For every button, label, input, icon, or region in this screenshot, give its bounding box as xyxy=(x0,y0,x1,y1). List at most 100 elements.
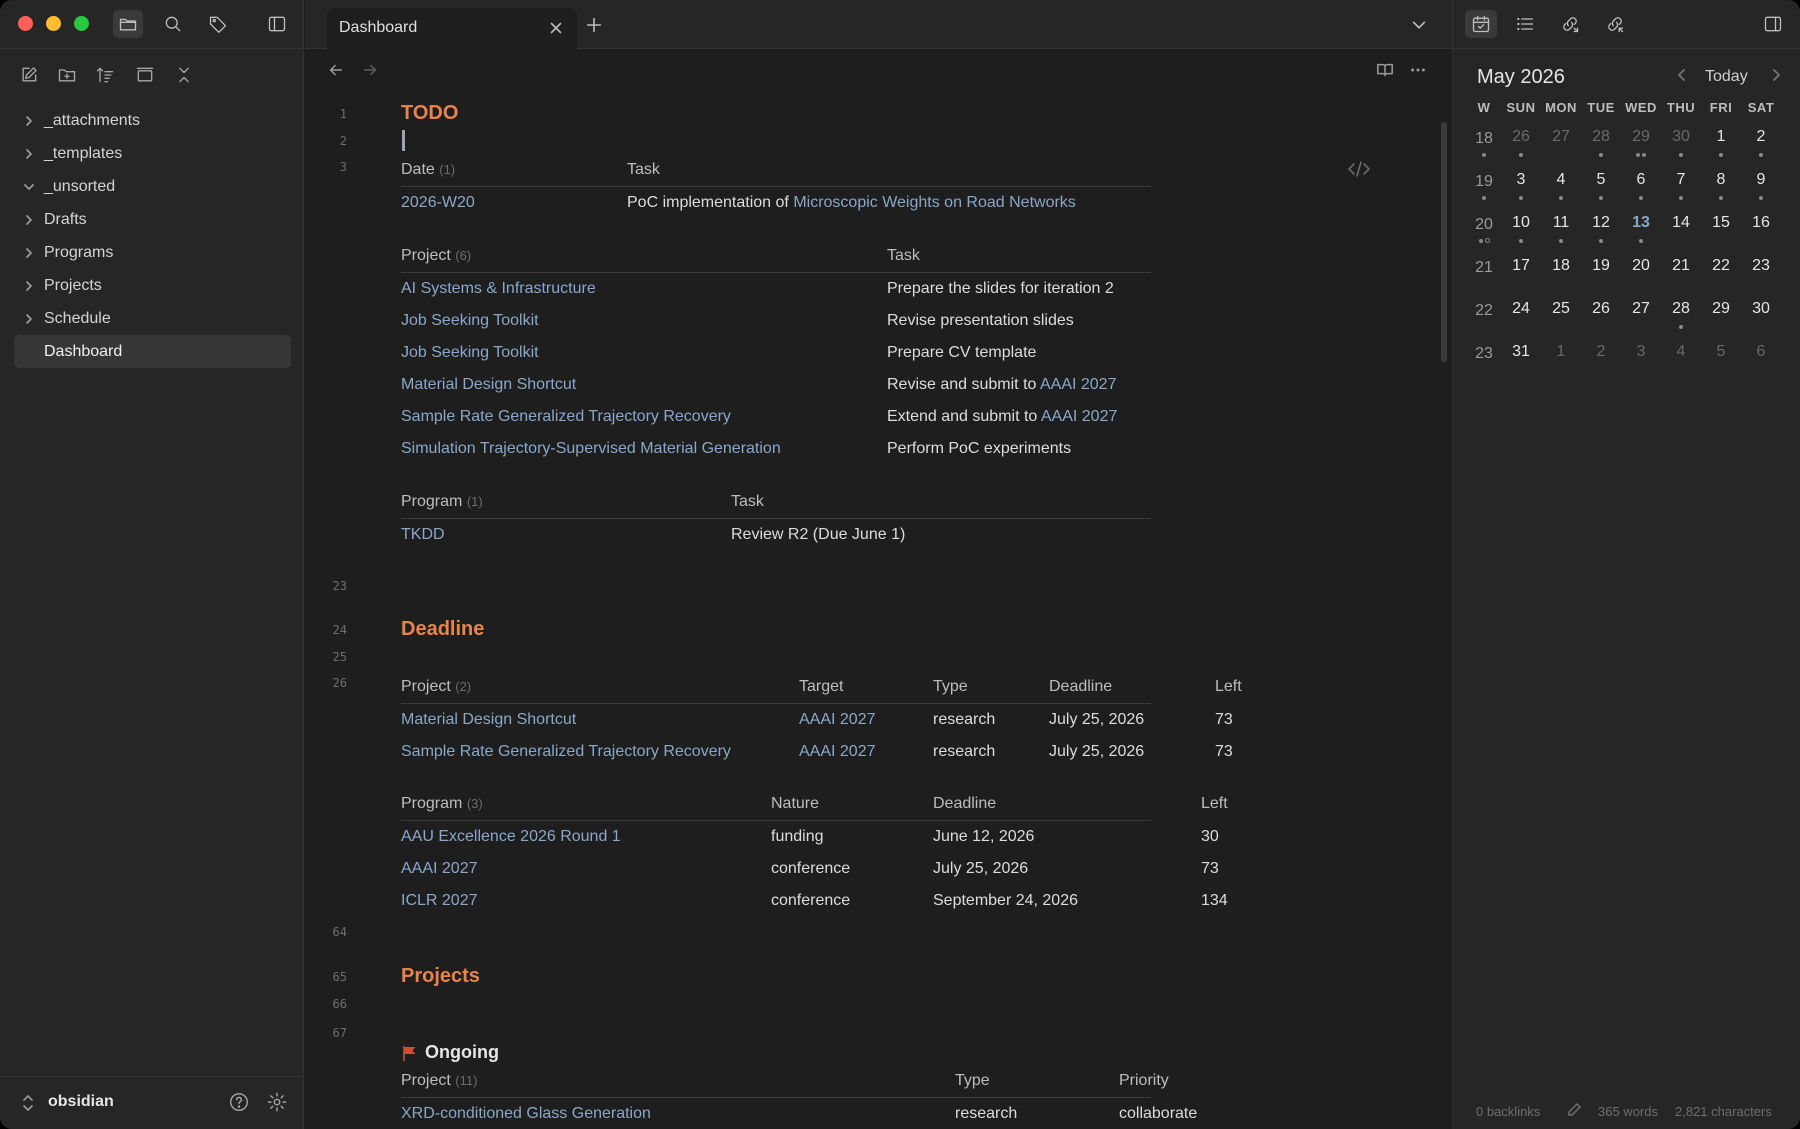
calendar-day[interactable]: 10 xyxy=(1501,208,1541,251)
task-link[interactable]: AAAI 2027 xyxy=(1041,408,1118,425)
program-link[interactable]: ICLR 2027 xyxy=(401,892,478,910)
task-link[interactable]: Microscopic Weights on Road Networks xyxy=(793,194,1075,211)
calendar-day[interactable]: 5 xyxy=(1581,165,1621,208)
vault-name[interactable]: obsidian xyxy=(48,1093,114,1111)
calendar-day[interactable]: 4 xyxy=(1661,337,1701,380)
next-month-button[interactable] xyxy=(1769,68,1787,86)
calendar-day[interactable]: 29 xyxy=(1701,294,1741,337)
calendar-day[interactable]: 9 xyxy=(1741,165,1781,208)
week-number[interactable]: 18 xyxy=(1467,122,1501,165)
calendar-day[interactable]: 12 xyxy=(1581,208,1621,251)
calendar-day[interactable]: 19 xyxy=(1581,251,1621,294)
program-link[interactable]: AAAI 2027 xyxy=(401,860,478,878)
project-link[interactable]: AI Systems & Infrastructure xyxy=(401,280,596,298)
task-link[interactable]: AAAI 2027 xyxy=(1040,376,1117,393)
outgoing-links-view-button[interactable] xyxy=(1599,10,1631,38)
edit-mode-indicator[interactable] xyxy=(1566,1102,1584,1120)
calendar-day[interactable]: 25 xyxy=(1541,294,1581,337)
tree-item-unsorted[interactable]: _unsorted xyxy=(14,170,291,203)
tree-item-schedule[interactable]: Schedule xyxy=(14,302,291,335)
project-link[interactable]: Job Seeking Toolkit xyxy=(401,312,539,330)
close-window-button[interactable] xyxy=(18,16,33,31)
project-link[interactable]: Simulation Trajectory-Supervised Materia… xyxy=(401,440,781,458)
week-number[interactable]: 23 xyxy=(1467,337,1501,380)
program-link[interactable]: TKDD xyxy=(401,526,445,544)
calendar-day[interactable]: 7 xyxy=(1661,165,1701,208)
program-link[interactable]: AAU Excellence 2026 Round 1 xyxy=(401,828,621,846)
target-link[interactable]: AAAI 2027 xyxy=(799,743,876,761)
toggle-left-sidebar-button[interactable] xyxy=(262,10,292,38)
auto-reveal-button[interactable] xyxy=(132,62,158,88)
help-button[interactable] xyxy=(228,1091,252,1115)
project-link[interactable]: Job Seeking Toolkit xyxy=(401,344,539,362)
calendar-day[interactable]: 15 xyxy=(1701,208,1741,251)
calendar-day[interactable]: 2 xyxy=(1741,122,1781,165)
edit-block-button[interactable] xyxy=(1347,160,1373,180)
calendar-day[interactable]: 6 xyxy=(1621,165,1661,208)
today-button[interactable]: Today xyxy=(1705,68,1748,86)
calendar-day[interactable]: 26 xyxy=(1581,294,1621,337)
tree-item-projects[interactable]: Projects xyxy=(14,269,291,302)
calendar-day[interactable]: 27 xyxy=(1541,122,1581,165)
project-link[interactable]: Sample Rate Generalized Trajectory Recov… xyxy=(401,743,731,761)
calendar-day[interactable]: 16 xyxy=(1741,208,1781,251)
calendar-day[interactable]: 29 xyxy=(1621,122,1661,165)
calendar-day[interactable]: 17 xyxy=(1501,251,1541,294)
back-button[interactable] xyxy=(327,61,349,83)
calendar-day[interactable]: 23 xyxy=(1741,251,1781,294)
calendar-day[interactable]: 31 xyxy=(1501,337,1541,380)
week-number[interactable]: 20 xyxy=(1467,208,1501,251)
editor-scrollbar[interactable] xyxy=(1441,122,1447,362)
tree-item-programs[interactable]: Programs xyxy=(14,236,291,269)
calendar-day[interactable]: 3 xyxy=(1621,337,1661,380)
calendar-day[interactable]: 20 xyxy=(1621,251,1661,294)
vault-switcher-button[interactable] xyxy=(20,1093,36,1113)
week-number[interactable]: 22 xyxy=(1467,294,1501,337)
tab-list-button[interactable] xyxy=(1410,16,1430,36)
calendar-day[interactable]: 11 xyxy=(1541,208,1581,251)
calendar-day[interactable]: 18 xyxy=(1541,251,1581,294)
toggle-right-sidebar-button[interactable] xyxy=(1757,10,1789,38)
project-link[interactable]: Material Design Shortcut xyxy=(401,376,576,394)
forward-button[interactable] xyxy=(361,61,383,83)
date-link[interactable]: 2026-W20 xyxy=(401,194,475,212)
backlinks-count[interactable]: 0 backlinks xyxy=(1476,1104,1540,1119)
calendar-day[interactable]: 14 xyxy=(1661,208,1701,251)
tree-item-dashboard[interactable]: Dashboard xyxy=(14,335,291,368)
calendar-day[interactable]: 26 xyxy=(1501,122,1541,165)
new-note-button[interactable] xyxy=(16,62,42,88)
tree-item-drafts[interactable]: Drafts xyxy=(14,203,291,236)
tree-item-attachments[interactable]: _attachments xyxy=(14,104,291,137)
sort-button[interactable] xyxy=(92,62,118,88)
maximize-window-button[interactable] xyxy=(74,16,89,31)
calendar-day-today[interactable]: 13 xyxy=(1621,208,1661,251)
reading-view-button[interactable] xyxy=(1376,61,1398,83)
calendar-day[interactable]: 4 xyxy=(1541,165,1581,208)
more-options-button[interactable] xyxy=(1409,61,1431,83)
new-tab-button[interactable] xyxy=(585,16,605,36)
week-number[interactable]: 21 xyxy=(1467,251,1501,294)
calendar-day[interactable]: 6 xyxy=(1741,337,1781,380)
previous-month-button[interactable] xyxy=(1675,68,1693,86)
week-number[interactable]: 19 xyxy=(1467,165,1501,208)
calendar-day[interactable]: 28 xyxy=(1661,294,1701,337)
project-link[interactable]: Material Design Shortcut xyxy=(401,711,576,729)
minimize-window-button[interactable] xyxy=(46,16,61,31)
calendar-day[interactable]: 1 xyxy=(1541,337,1581,380)
calendar-day[interactable]: 24 xyxy=(1501,294,1541,337)
collapse-all-button[interactable] xyxy=(171,62,197,88)
outline-view-button[interactable] xyxy=(1509,10,1541,38)
target-link[interactable]: AAAI 2027 xyxy=(799,711,876,729)
calendar-day[interactable]: 30 xyxy=(1661,122,1701,165)
calendar-day[interactable]: 28 xyxy=(1581,122,1621,165)
calendar-day[interactable]: 2 xyxy=(1581,337,1621,380)
search-view-button[interactable] xyxy=(158,10,188,38)
tab-dashboard[interactable]: Dashboard xyxy=(327,8,577,49)
new-folder-button[interactable] xyxy=(54,62,80,88)
calendar-day[interactable]: 1 xyxy=(1701,122,1741,165)
calendar-day[interactable]: 27 xyxy=(1621,294,1661,337)
calendar-day[interactable]: 3 xyxy=(1501,165,1541,208)
tags-view-button[interactable] xyxy=(203,10,233,38)
close-tab-button[interactable] xyxy=(547,19,567,39)
tree-item-templates[interactable]: _templates xyxy=(14,137,291,170)
